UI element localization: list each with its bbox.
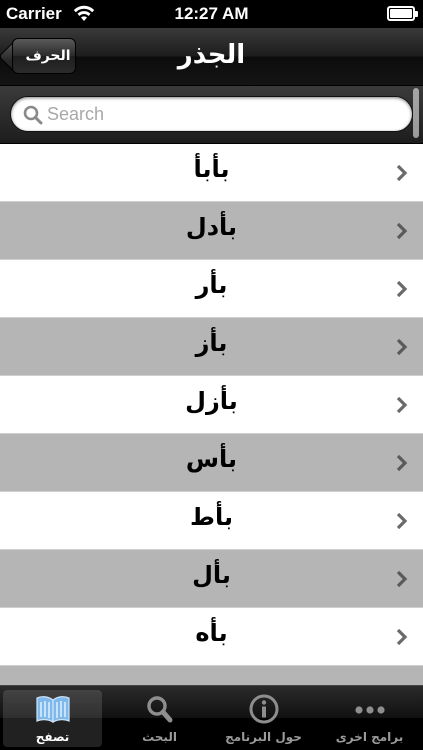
chevron-right-icon [396,512,408,530]
search-placeholder: Search [47,104,105,124]
root-word: بأدل [185,213,238,241]
search-input[interactable]: Search [10,96,413,132]
tab-browse[interactable]: تصفح [3,690,102,747]
roots-list: بأبأ بأدل بأر بأز بأزل بأس بأط بأل بأه [0,144,423,685]
list-item[interactable]: بأز [0,318,423,376]
chevron-right-icon [396,280,408,298]
scroll-indicator[interactable] [413,88,419,138]
tab-search[interactable]: البحث [110,690,209,747]
back-button[interactable]: الحرف [12,38,76,74]
list-item[interactable]: بأزل [0,376,423,434]
search-icon [147,696,173,723]
list-item[interactable]: بأس [0,434,423,492]
root-word: بأزل [185,387,238,415]
battery-icon [387,6,418,21]
chevron-right-icon [396,222,408,240]
root-word: بأط [190,503,233,531]
list-item[interactable]: بأه [0,608,423,666]
book-icon [36,696,70,724]
chevron-right-icon [396,454,408,472]
status-bar: Carrier 12:27 AM [0,0,423,28]
chevron-right-icon [396,396,408,414]
clock: 12:27 AM [174,4,249,23]
root-word: بأز [195,329,228,357]
chevron-right-icon [396,570,408,588]
tab-label: حول البرنامج [225,730,302,744]
chevron-right-icon [396,164,408,182]
root-word: بأه [195,619,228,647]
back-button-label: الحرف [25,48,71,64]
navigation-bar: الحرف الجذر [0,28,423,86]
list-item[interactable] [0,666,423,685]
root-word: بأل [192,561,231,589]
chevron-right-icon [396,338,408,356]
info-icon [249,694,279,724]
search-bar: Search [0,86,423,144]
tab-about[interactable]: حول البرنامج [214,690,313,747]
tab-more-apps[interactable]: برامج اخرى [320,690,419,747]
tab-label: البحث [142,730,177,744]
chevron-right-icon [396,628,408,646]
tab-label: برامج اخرى [335,730,404,744]
list-item[interactable]: بأر [0,260,423,318]
tab-bar: تصفح البحث حول البرنامج برامج اخرى [0,685,423,750]
list-item[interactable]: بأل [0,550,423,608]
list-item[interactable]: بأبأ [0,144,423,202]
root-word: بأس [185,445,238,473]
root-word: بأر [195,271,228,299]
more-icon [355,706,385,714]
root-word: بأبأ [193,155,230,183]
list-item[interactable]: بأط [0,492,423,550]
tab-label: تصفح [35,730,70,744]
list-item[interactable]: بأدل [0,202,423,260]
search-icon [23,105,43,125]
